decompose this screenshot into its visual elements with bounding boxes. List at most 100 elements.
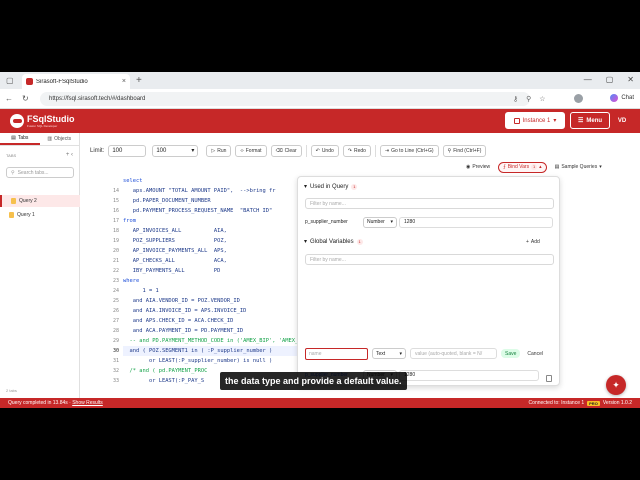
zoom-icon[interactable]: ⚲ bbox=[526, 95, 531, 103]
sidebar-tab-objects[interactable]: ▥ Objects bbox=[40, 133, 80, 145]
key-icon[interactable]: ⚷ bbox=[513, 95, 518, 103]
find-button[interactable]: ⚲ Find (Ctrl+F) bbox=[442, 144, 487, 157]
bind-vars-count: 1 bbox=[531, 164, 538, 170]
line-number: 28 bbox=[112, 328, 119, 334]
user-avatar[interactable]: VD bbox=[614, 113, 630, 129]
sample-queries-button[interactable]: ▤ Sample Queries ▾ bbox=[551, 162, 606, 173]
toolbar-divider bbox=[374, 144, 376, 157]
undo-button[interactable]: ↶ Undo bbox=[310, 144, 339, 157]
sidebar-item-query-1[interactable]: Query 1 bbox=[0, 209, 80, 221]
profile-avatar[interactable] bbox=[574, 94, 583, 103]
back-icon[interactable]: ← bbox=[5, 94, 13, 103]
preview-button[interactable]: ◉ Preview bbox=[462, 162, 494, 173]
redo-button[interactable]: ↷ Redo bbox=[342, 144, 371, 157]
instance-button[interactable]: Instance 1 ▾ bbox=[505, 112, 565, 129]
sidebar-item-query-2[interactable]: Query 2 bbox=[0, 195, 80, 207]
app-logo[interactable]: FSqlStudio Fusion SQL Developer bbox=[10, 112, 84, 130]
search-tabs-placeholder: Search tabs... bbox=[17, 169, 49, 176]
minimize-icon[interactable]: — bbox=[584, 75, 592, 84]
line-number: 20 bbox=[112, 248, 119, 254]
var-value-input[interactable]: 1280 bbox=[399, 369, 539, 381]
new-variable-row: name Text ▾ value (auto-quoted, blank = … bbox=[305, 347, 546, 360]
new-var-name-input[interactable]: name bbox=[305, 347, 368, 360]
tab-actions-icon[interactable]: ▢ bbox=[6, 76, 14, 85]
sidebar: ▤ Tabs ▥ Objects TABS + ‹ ⚲ Search tabs.… bbox=[0, 133, 80, 398]
book-icon: ▤ bbox=[554, 164, 560, 170]
app-header: FSqlStudio Fusion SQL Developer Instance… bbox=[0, 109, 640, 133]
new-var-value-input[interactable]: value (auto-quoted, blank = N/ bbox=[410, 348, 497, 359]
chat-label: Chat bbox=[621, 95, 634, 101]
show-results-link[interactable]: Show Results bbox=[72, 400, 103, 406]
file-icon bbox=[11, 198, 16, 204]
trash-icon[interactable] bbox=[546, 375, 552, 382]
redo-icon: ↷ bbox=[347, 147, 352, 154]
file-icon bbox=[9, 212, 14, 218]
sidebar-tab-tabs[interactable]: ▤ Tabs bbox=[0, 133, 40, 145]
limit-select[interactable]: 100 ▾ bbox=[152, 144, 199, 157]
global-vars-header[interactable]: ▾ Global Variables 1 bbox=[304, 238, 363, 245]
global-filter-input[interactable]: Filter by name... bbox=[305, 254, 554, 265]
used-in-query-header[interactable]: ▾ Used in Query 1 bbox=[304, 183, 358, 190]
bind-vars-label: Bind Vars bbox=[507, 164, 530, 170]
run-button[interactable]: ▷ Run bbox=[206, 144, 232, 157]
preview-label: Preview bbox=[472, 164, 491, 170]
format-button[interactable]: ‹› Format bbox=[235, 144, 267, 157]
star-icon[interactable]: ☆ bbox=[539, 95, 545, 103]
close-window-icon[interactable]: ✕ bbox=[627, 75, 634, 84]
browser-tab[interactable]: Sirasoft-FSqlStudio × bbox=[22, 74, 130, 89]
goto-line-button[interactable]: ⇥ Go to Line (Ctrl+G) bbox=[379, 144, 439, 157]
status-bar: Query completed in 13.84s · Show Results… bbox=[0, 398, 640, 408]
cancel-button[interactable]: Cancel bbox=[524, 349, 546, 358]
maximize-icon[interactable]: ▢ bbox=[606, 75, 614, 84]
new-var-type-select[interactable]: Text ▾ bbox=[372, 348, 406, 359]
clear-button[interactable]: ⌫ Clear bbox=[270, 144, 302, 157]
var-type-select[interactable]: Number ▾ bbox=[363, 216, 397, 228]
tabs-actions: + ‹ bbox=[66, 152, 73, 158]
instance-label: Instance 1 bbox=[522, 117, 551, 124]
window-controls: — ▢ ✕ bbox=[584, 75, 634, 84]
menu-button[interactable]: ☰ Menu bbox=[570, 112, 610, 129]
chevron-down-icon: ▾ bbox=[399, 350, 402, 357]
browser-tabbar: ▢ Sirasoft-FSqlStudio × + — ▢ ✕ bbox=[0, 72, 640, 89]
chevron-up-icon: ▴ bbox=[539, 164, 542, 170]
search-icon: ⚲ bbox=[11, 169, 15, 176]
limit-input[interactable]: 100 bbox=[108, 144, 147, 157]
chat-button[interactable]: Chat bbox=[610, 94, 634, 102]
used-count: 1 bbox=[351, 183, 358, 190]
new-tab-icon[interactable]: + bbox=[136, 75, 142, 86]
eye-icon: ◉ bbox=[466, 164, 471, 170]
line-number: 16 bbox=[112, 208, 119, 214]
redo-label: Redo bbox=[353, 147, 366, 154]
used-var-row: p_supplier_number Number ▾ 1280 bbox=[305, 216, 553, 228]
line-number: 18 bbox=[112, 228, 119, 234]
refresh-icon[interactable]: ↻ bbox=[22, 94, 29, 103]
connection-status: Connected to: Instance 1 bbox=[528, 400, 585, 406]
query-status-text: Query completed in 13.84s · bbox=[8, 400, 73, 406]
line-number: 25 bbox=[112, 298, 119, 304]
new-var-type-value: Text bbox=[376, 350, 386, 357]
used-filter-input[interactable]: Filter by name... bbox=[305, 198, 554, 209]
line-number: 24 bbox=[112, 288, 119, 294]
url-text: https://fsql.sirasoft.tech/#/dashboard bbox=[49, 96, 146, 102]
find-label: Find (Ctrl+F) bbox=[453, 147, 482, 154]
var-value-input[interactable]: 1280 bbox=[399, 216, 553, 228]
screen: ▢ Sirasoft-FSqlStudio × + — ▢ ✕ ← ↻ http… bbox=[0, 72, 640, 408]
assistant-fab-icon[interactable]: ✦ bbox=[606, 375, 626, 395]
chevron-down-icon: ▾ bbox=[191, 148, 195, 154]
used-in-query-label: Used in Query bbox=[310, 183, 349, 190]
line-number: 21 bbox=[112, 258, 119, 264]
add-variable-button[interactable]: + Add bbox=[526, 239, 540, 245]
var-type-value: Number bbox=[367, 219, 385, 225]
search-tabs-input[interactable]: ⚲ Search tabs... bbox=[6, 167, 74, 178]
collapse-icon[interactable]: ‹ bbox=[71, 152, 73, 158]
close-tab-icon[interactable]: × bbox=[122, 78, 126, 85]
url-field[interactable]: https://fsql.sirasoft.tech/#/dashboard bbox=[40, 92, 530, 106]
add-tab-icon[interactable]: + bbox=[66, 152, 70, 158]
save-button[interactable]: Save bbox=[501, 349, 521, 358]
bind-vars-button[interactable]: ⨍ Bind Vars 1 ▴ bbox=[498, 161, 547, 173]
logo-icon bbox=[10, 114, 24, 128]
line-number: 17 bbox=[112, 218, 119, 224]
logo-name: FSqlStudio bbox=[27, 113, 75, 124]
line-number: 30 bbox=[112, 348, 119, 354]
query-toolbar: Limit: 100 100 ▾ ▷ Run ‹› Format ⌫ Clear… bbox=[90, 142, 630, 159]
